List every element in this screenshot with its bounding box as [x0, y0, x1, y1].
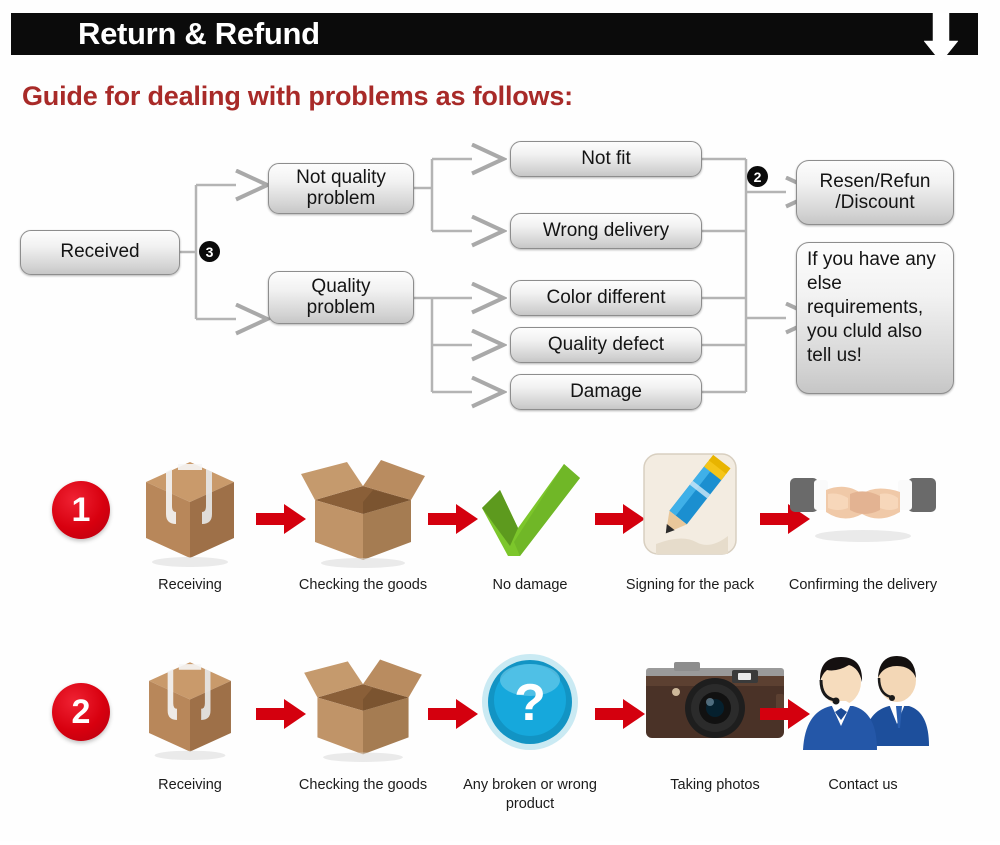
open-box-icon	[288, 450, 438, 570]
page-title: Return & Refund	[78, 16, 320, 51]
page-root: Return & Refund Guide for dealing with p…	[0, 0, 1000, 841]
step-item[interactable]: No damage	[455, 450, 605, 595]
step-label: Any broken or wrong product	[463, 777, 597, 812]
steps-section: 1 Receiving Checking the goods No damage…	[0, 440, 1000, 841]
flow-node-else-requirements[interactable]: If you have any else requirements, you c…	[796, 242, 954, 394]
step-row-1: 1 Receiving Checking the goods No damage…	[0, 440, 1000, 640]
pencil-signing-icon	[615, 450, 765, 570]
step-label: Contact us	[828, 777, 898, 793]
step-item[interactable]: Contact us	[788, 650, 938, 795]
support-agents-icon	[788, 650, 938, 770]
flowchart: Received Not quality problem Quality pro…	[0, 130, 1000, 430]
down-arrow-icon	[918, 12, 964, 63]
flow-node-quality-defect[interactable]: Quality defect	[510, 327, 702, 363]
flow-node-received[interactable]: Received	[20, 230, 180, 275]
step-item[interactable]: Checking the goods	[288, 450, 438, 595]
blue-question-icon: ?	[455, 650, 605, 770]
flow-node-wrong-delivery[interactable]: Wrong delivery	[510, 213, 702, 249]
step-item[interactable]: Receiving	[115, 450, 265, 595]
flow-badge-three: 3	[199, 241, 220, 262]
step-label: Checking the goods	[298, 577, 428, 593]
step-label: Signing for the pack	[625, 577, 755, 593]
step-item[interactable]: Signing for the pack	[615, 450, 765, 595]
step-item[interactable]: Checking the goods	[288, 650, 438, 795]
closed-box-icon	[115, 650, 265, 770]
step-item[interactable]: Receiving	[115, 650, 265, 795]
closed-box-icon	[115, 450, 265, 570]
step-label: Taking photos	[670, 777, 760, 793]
step-label: Receiving	[158, 777, 222, 793]
flow-node-resend-refund-discount[interactable]: Resen/Refun /Discount	[796, 160, 954, 225]
green-check-icon	[455, 450, 605, 570]
flow-badge-two: 2	[747, 166, 768, 187]
flow-node-color-different[interactable]: Color different	[510, 280, 702, 316]
handshake-icon	[788, 450, 938, 570]
step-label: Checking the goods	[298, 777, 428, 793]
step-label: Confirming the delivery	[788, 577, 938, 593]
step-row-number-2: 2	[52, 683, 110, 741]
flow-node-quality-problem[interactable]: Quality problem	[268, 271, 414, 324]
guide-heading: Guide for dealing with problems as follo…	[22, 81, 573, 111]
step-item[interactable]: ? Any broken or wrong product	[455, 650, 605, 813]
open-box-icon	[288, 650, 438, 770]
flow-node-not-quality-problem[interactable]: Not quality problem	[268, 163, 414, 214]
flow-node-damage[interactable]: Damage	[510, 374, 702, 410]
svg-text:?: ?	[514, 674, 546, 732]
step-label: Receiving	[158, 577, 222, 593]
step-label: No damage	[492, 577, 568, 593]
step-row-2: 2 Receiving Checking the goods ? Any bro…	[0, 645, 1000, 845]
flow-node-not-fit[interactable]: Not fit	[510, 141, 702, 177]
step-row-number-1: 1	[52, 481, 110, 539]
step-item[interactable]: Confirming the delivery	[788, 450, 938, 595]
